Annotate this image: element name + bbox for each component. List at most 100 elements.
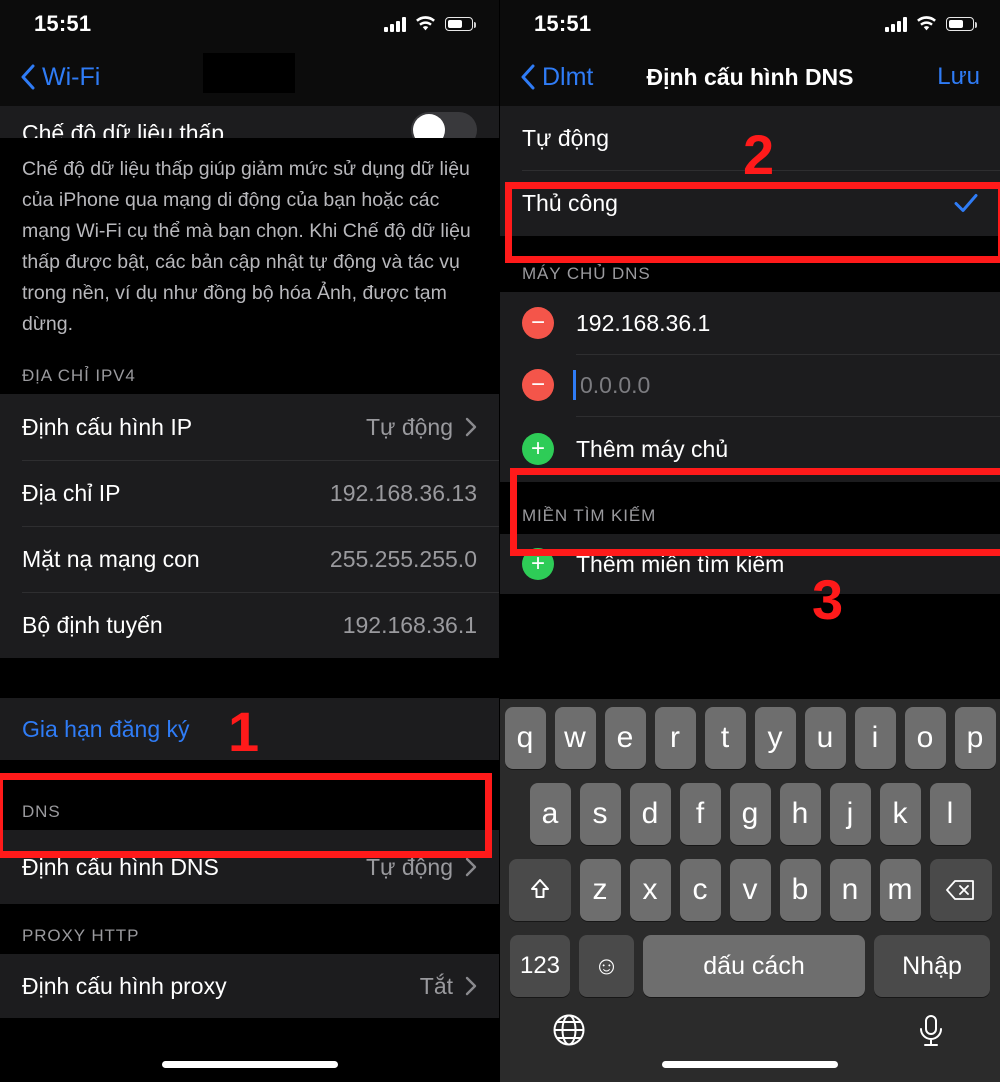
plus-circle-icon[interactable]: + — [522, 433, 554, 465]
key-z[interactable]: z — [579, 859, 621, 921]
configure-proxy-label: Định cấu hình proxy — [22, 972, 227, 999]
key-m[interactable]: m — [879, 859, 921, 921]
dns-mode-manual-row[interactable]: Thủ công — [500, 170, 1000, 236]
key-h[interactable]: h — [779, 783, 821, 845]
key-a[interactable]: a — [529, 783, 571, 845]
keyboard-row-3: z x c v b n m — [504, 859, 996, 921]
key-y[interactable]: y — [754, 707, 796, 769]
row-label: Định cấu hình IP — [22, 413, 193, 440]
key-s[interactable]: s — [579, 783, 621, 845]
keyboard-row-4: 123 ☺ dấu cách Nhập — [504, 935, 996, 997]
left-phone-screen: 15:51 Wi-Fi Chế độ dữ liệu thấp Chế độ d… — [0, 0, 500, 1082]
keyboard-row-1: q w e r t y u i o p — [504, 707, 996, 769]
key-g[interactable]: g — [729, 783, 771, 845]
key-e[interactable]: e — [604, 707, 646, 769]
space-key[interactable]: dấu cách — [643, 935, 865, 997]
key-k[interactable]: k — [879, 783, 921, 845]
search-domains-group: + Thêm miền tìm kiếm — [500, 534, 1000, 594]
row-value: 192.168.36.13 — [329, 479, 477, 506]
key-n[interactable]: n — [829, 859, 871, 921]
enter-key[interactable]: Nhập — [874, 935, 990, 997]
key-w[interactable]: w — [554, 707, 596, 769]
key-c[interactable]: c — [679, 859, 721, 921]
dns-server-entry[interactable]: − 0.0.0.0 — [500, 354, 1000, 416]
key-t[interactable]: t — [704, 707, 746, 769]
row-label: Bộ định tuyến — [22, 611, 163, 638]
globe-icon[interactable] — [552, 1013, 586, 1047]
dns-server-entry[interactable]: − 192.168.36.1 — [500, 292, 1000, 354]
numeric-key[interactable]: 123 — [510, 935, 570, 997]
table-row[interactable]: Mặt nạ mạng con 255.255.255.0 — [0, 526, 499, 592]
dual-screenshot-container: 15:51 Wi-Fi Chế độ dữ liệu thấp Chế độ d… — [0, 0, 1000, 1082]
emoji-smiley-icon[interactable]: ☺ — [579, 935, 634, 997]
chevron-left-icon — [21, 64, 35, 90]
key-r[interactable]: r — [654, 707, 696, 769]
ipv4-group: Định cấu hình IP Tự động Địa chỉ IP 192.… — [0, 394, 499, 658]
plus-circle-icon[interactable]: + — [522, 548, 554, 580]
configure-proxy-row[interactable]: Định cấu hình proxy Tắt — [0, 954, 499, 1018]
cellular-bars-icon — [384, 16, 406, 32]
table-row[interactable]: Bộ định tuyến 192.168.36.1 — [0, 592, 499, 658]
status-bar-left: 15:51 — [0, 0, 499, 48]
key-u[interactable]: u — [804, 707, 846, 769]
configure-dns-row[interactable]: Định cấu hình DNS Tự động — [0, 830, 499, 904]
dns-mode-group: Tự động Thủ công — [500, 106, 1000, 236]
key-q[interactable]: q — [504, 707, 546, 769]
key-j[interactable]: j — [829, 783, 871, 845]
table-row[interactable]: Định cấu hình IP Tự động — [0, 394, 499, 460]
home-indicator — [662, 1061, 838, 1068]
key-f[interactable]: f — [679, 783, 721, 845]
key-x[interactable]: x — [629, 859, 671, 921]
table-row[interactable]: Địa chỉ IP 192.168.36.13 — [0, 460, 499, 526]
wifi-icon — [917, 16, 936, 31]
cellular-bars-icon — [885, 16, 907, 32]
nav-bar-right: Dlmt Định cấu hình DNS Lưu — [500, 48, 1000, 106]
back-button-wifi[interactable]: Wi-Fi — [20, 63, 100, 92]
section-header-proxy: PROXY HTTP — [0, 904, 499, 954]
spacer — [0, 658, 499, 698]
key-l[interactable]: l — [929, 783, 971, 845]
save-button[interactable]: Lưu — [937, 63, 980, 91]
status-time: 15:51 — [534, 11, 592, 36]
battery-icon — [946, 17, 978, 31]
row-right: Tự động — [366, 414, 477, 441]
shift-arrow-icon[interactable] — [508, 859, 571, 921]
key-p[interactable]: p — [954, 707, 996, 769]
dns-mode-manual-label: Thủ công — [522, 189, 618, 216]
section-header-ipv4: ĐỊA CHỈ IPV4 — [0, 346, 499, 394]
key-d[interactable]: d — [629, 783, 671, 845]
row-label: Địa chỉ IP — [22, 479, 121, 506]
minus-circle-icon[interactable]: − — [522, 307, 554, 339]
minus-circle-icon[interactable]: − — [522, 369, 554, 401]
key-b[interactable]: b — [779, 859, 821, 921]
add-server-label: Thêm máy chủ — [576, 435, 729, 462]
section-header-dns-servers: MÁY CHỦ DNS — [500, 236, 1000, 292]
renew-lease-group: Gia hạn đăng ký — [0, 698, 499, 760]
key-i[interactable]: i — [854, 707, 896, 769]
low-data-mode-toggle[interactable] — [411, 112, 477, 138]
status-time: 15:51 — [34, 11, 92, 36]
back-button-network[interactable]: Dlmt — [520, 63, 593, 92]
row-right: Tự động — [366, 854, 477, 881]
microphone-icon[interactable] — [914, 1013, 948, 1047]
add-server-row[interactable]: + Thêm máy chủ — [500, 416, 1000, 482]
low-data-mode-row[interactable]: Chế độ dữ liệu thấp — [0, 106, 499, 138]
add-search-domain-row[interactable]: + Thêm miền tìm kiếm — [500, 534, 1000, 594]
wifi-icon — [416, 16, 435, 31]
dns-server-value[interactable]: 192.168.36.1 — [576, 310, 710, 337]
dns-server-input[interactable]: 0.0.0.0 — [573, 370, 650, 400]
row-value: 255.255.255.0 — [329, 545, 477, 572]
renew-lease-button[interactable]: Gia hạn đăng ký — [0, 698, 499, 760]
redacted-network-name — [203, 53, 295, 93]
row-right: Tắt — [420, 973, 477, 1000]
chevron-right-icon — [465, 857, 477, 877]
chevron-right-icon — [465, 417, 477, 437]
key-v[interactable]: v — [729, 859, 771, 921]
backspace-icon[interactable] — [929, 859, 992, 921]
dns-mode-automatic-row[interactable]: Tự động — [500, 106, 1000, 170]
proxy-group: Định cấu hình proxy Tắt — [0, 954, 499, 1018]
keyboard-row-2: a s d f g h j k l — [504, 783, 996, 845]
key-o[interactable]: o — [904, 707, 946, 769]
keyboard-bottom-bar — [504, 1007, 996, 1047]
dns-mode-automatic-label: Tự động — [522, 124, 610, 151]
